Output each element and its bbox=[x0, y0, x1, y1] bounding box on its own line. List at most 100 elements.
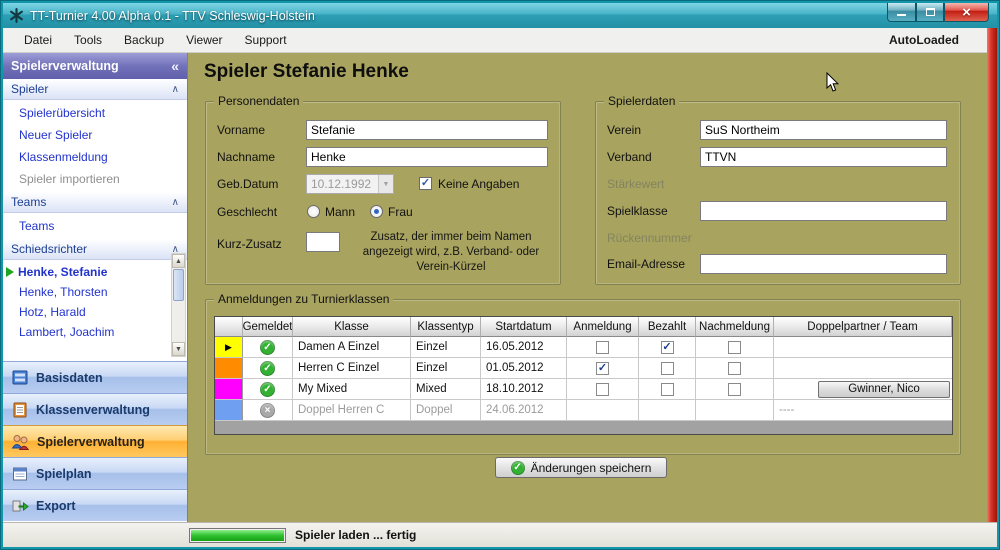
sidebar-item-teams[interactable]: Teams bbox=[3, 215, 187, 237]
right-edge-strip bbox=[987, 28, 997, 522]
nachmeldung-cell bbox=[696, 379, 774, 400]
basisdaten-icon bbox=[11, 369, 29, 387]
row-color-cell[interactable] bbox=[215, 358, 243, 379]
column-header-klassentyp[interactable]: Klassentyp bbox=[411, 317, 481, 337]
status-text: Spieler laden ... fertig bbox=[295, 528, 416, 542]
nav-spielerverwaltung[interactable]: Spielerverwaltung bbox=[3, 425, 187, 457]
scrollbar-thumb[interactable] bbox=[173, 269, 184, 301]
groupbox-legend: Personendaten bbox=[214, 94, 303, 108]
dropdown-arrow-icon: ▼ bbox=[378, 175, 393, 193]
nav-klassenverwaltung[interactable]: Klassenverwaltung bbox=[3, 393, 187, 425]
nachmeldung-checkbox[interactable] bbox=[728, 341, 741, 354]
klasse-cell[interactable]: Herren C Einzel bbox=[293, 358, 411, 379]
keine-angaben-checkbox[interactable]: ✓ bbox=[419, 177, 432, 190]
table-row: ✓ Herren C Einzel Einzel 01.05.2012 ✓ bbox=[215, 358, 952, 379]
anmeldung-checkbox[interactable]: ✓ bbox=[596, 362, 609, 375]
startdatum-cell[interactable]: 16.05.2012 bbox=[481, 337, 567, 358]
bezahlt-checkbox[interactable] bbox=[661, 362, 674, 375]
nav-export[interactable]: Export bbox=[3, 489, 187, 521]
kurz-zusatz-input[interactable] bbox=[306, 232, 340, 252]
collapse-icon[interactable]: « bbox=[171, 58, 179, 74]
column-header-startdatum[interactable]: Startdatum bbox=[481, 317, 567, 337]
maximize-button[interactable] bbox=[916, 3, 944, 22]
current-row-marker: ▶ bbox=[225, 342, 232, 353]
klasse-cell[interactable]: My Mixed bbox=[293, 379, 411, 400]
scroll-down-icon: ▼ bbox=[175, 346, 182, 353]
referee-item[interactable]: Hotz, Harald bbox=[3, 302, 187, 322]
menu-backup[interactable]: Backup bbox=[113, 29, 175, 51]
bezahlt-checkbox[interactable]: ✓ bbox=[661, 341, 674, 354]
klassentyp-cell: Doppel bbox=[411, 400, 481, 421]
group-header-spieler[interactable]: Spieler ∧ bbox=[3, 79, 187, 100]
title-bar[interactable]: TT-Turnier 4.00 Alpha 0.1 - TTV Schleswi… bbox=[3, 3, 997, 28]
group-header-teams[interactable]: Teams ∧ bbox=[3, 192, 187, 213]
referee-item[interactable]: Henke, Thorsten bbox=[3, 282, 187, 302]
anmeldung-checkbox[interactable] bbox=[596, 341, 609, 354]
sidebar-item-klassenmeldung[interactable]: Klassenmeldung bbox=[3, 146, 187, 168]
column-header-anmeldung[interactable]: Anmeldung bbox=[567, 317, 639, 337]
gemeldet-cell: ✓ bbox=[243, 379, 293, 400]
mann-radio[interactable] bbox=[307, 205, 320, 218]
menu-viewer[interactable]: Viewer bbox=[175, 29, 233, 51]
save-button-label: Änderungen speichern bbox=[531, 461, 652, 475]
column-header-doppelpartner[interactable]: Doppelpartner / Team bbox=[774, 317, 952, 337]
sidebar-item-spieleruebersicht[interactable]: Spielerübersicht bbox=[3, 102, 187, 124]
startdatum-cell[interactable]: 18.10.2012 bbox=[481, 379, 567, 400]
group-header-schiedsrichter[interactable]: Schiedsrichter ∧ bbox=[3, 239, 187, 260]
klassentyp-cell[interactable]: Mixed bbox=[411, 379, 481, 400]
close-button[interactable]: × bbox=[944, 3, 989, 22]
scroll-down-button[interactable]: ▼ bbox=[172, 342, 185, 356]
verein-input[interactable] bbox=[700, 120, 947, 140]
sidebar-nav: Basisdaten Klassenverwaltung Spielerverw… bbox=[3, 361, 187, 522]
save-changes-button[interactable]: ✓ Änderungen speichern bbox=[495, 457, 667, 478]
minimize-button[interactable] bbox=[887, 3, 916, 22]
frau-radio[interactable] bbox=[370, 205, 383, 218]
row-color-cell[interactable]: ▶ bbox=[215, 337, 243, 358]
klasse-cell[interactable]: Damen A Einzel bbox=[293, 337, 411, 358]
scroll-up-button[interactable]: ▲ bbox=[172, 254, 185, 268]
nachmeldung-checkbox[interactable] bbox=[728, 362, 741, 375]
row-color-cell[interactable] bbox=[215, 379, 243, 400]
nav-label: Klassenverwaltung bbox=[36, 403, 150, 417]
sidebar-item-neuer-spieler[interactable]: Neuer Spieler bbox=[3, 124, 187, 146]
nachname-input[interactable] bbox=[306, 147, 548, 167]
mann-label: Mann bbox=[325, 202, 355, 222]
column-header-nachmeldung[interactable]: Nachmeldung bbox=[696, 317, 774, 337]
column-header-klasse[interactable]: Klasse bbox=[293, 317, 411, 337]
sidebar-item-spieler-importieren: Spieler importieren bbox=[3, 168, 187, 190]
email-input[interactable] bbox=[700, 254, 947, 274]
verband-input[interactable] bbox=[700, 147, 947, 167]
geschlecht-label: Geschlecht bbox=[217, 202, 277, 222]
referee-item[interactable]: Lambert, Joachim bbox=[3, 322, 187, 342]
bezahlt-cell bbox=[639, 379, 696, 400]
row-color-cell[interactable] bbox=[215, 400, 243, 421]
klassentyp-cell[interactable]: Einzel bbox=[411, 358, 481, 379]
spielerdaten-groupbox: Spielerdaten Verein Verband Stärkewert S… bbox=[595, 101, 961, 285]
anmeldung-checkbox[interactable] bbox=[596, 383, 609, 396]
doppelpartner-button[interactable]: Gwinner, Nico bbox=[818, 381, 950, 398]
gebdatum-value: 10.12.1992 bbox=[307, 177, 378, 191]
table-row: ▶ ✓ Damen A Einzel Einzel 16.05.2012 ✓ bbox=[215, 337, 952, 358]
klassentyp-cell[interactable]: Einzel bbox=[411, 337, 481, 358]
personendaten-groupbox: Personendaten Vorname Nachname Geb.Datum… bbox=[205, 101, 561, 285]
referee-item-current[interactable]: Henke, Stefanie bbox=[3, 262, 187, 282]
sidebar-body: Spieler ∧ Spielerübersicht Neuer Spieler… bbox=[3, 79, 187, 361]
vorname-input[interactable] bbox=[306, 120, 548, 140]
referee-list-scrollbar[interactable]: ▲ ▼ bbox=[171, 253, 186, 357]
spielerverwaltung-icon bbox=[11, 433, 30, 451]
nav-spielplan[interactable]: Spielplan bbox=[3, 457, 187, 489]
menu-tools[interactable]: Tools bbox=[63, 29, 113, 51]
menu-datei[interactable]: Datei bbox=[13, 29, 63, 51]
menu-support[interactable]: Support bbox=[234, 29, 298, 51]
nachmeldung-cell bbox=[696, 400, 774, 421]
column-header-bezahlt[interactable]: Bezahlt bbox=[639, 317, 696, 337]
sidebar-header[interactable]: Spielerverwaltung « bbox=[3, 53, 187, 79]
keine-angaben-label: Keine Angaben bbox=[438, 174, 519, 194]
referee-name: Lambert, Joachim bbox=[19, 325, 114, 339]
spielklasse-input[interactable] bbox=[700, 201, 947, 221]
nachmeldung-checkbox[interactable] bbox=[728, 383, 741, 396]
startdatum-cell[interactable]: 01.05.2012 bbox=[481, 358, 567, 379]
bezahlt-checkbox[interactable] bbox=[661, 383, 674, 396]
column-header-gemeldet[interactable]: Gemeldet bbox=[243, 317, 293, 337]
nav-basisdaten[interactable]: Basisdaten bbox=[3, 361, 187, 393]
